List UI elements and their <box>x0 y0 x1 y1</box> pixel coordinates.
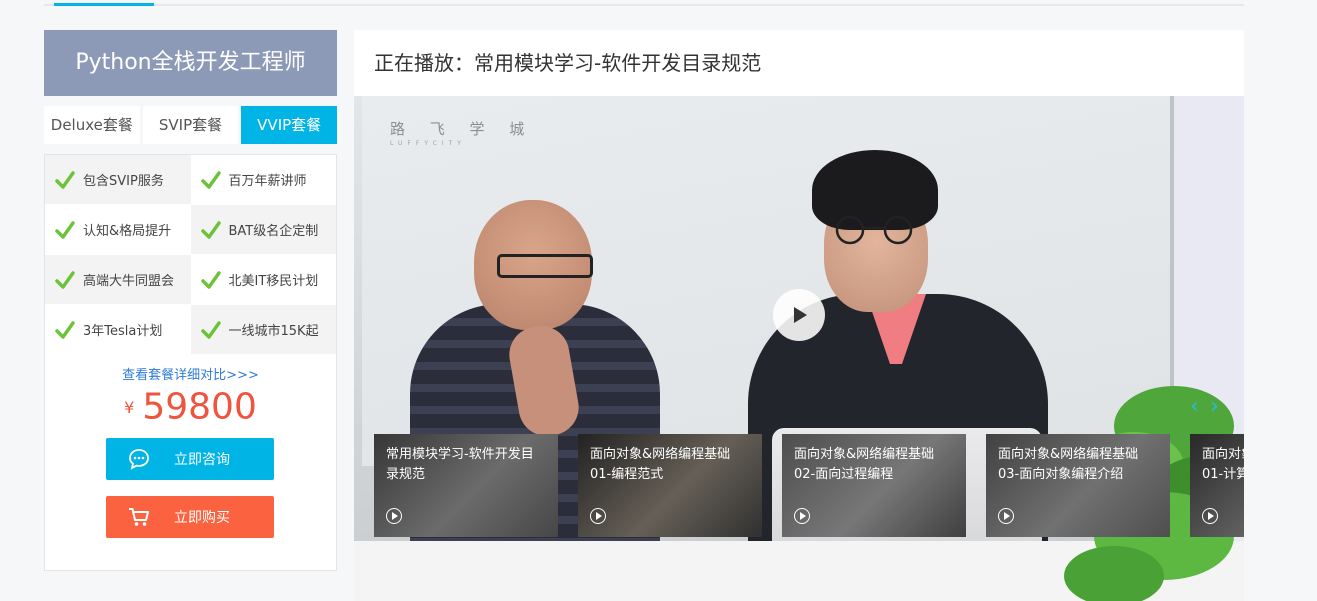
package-tabs: Deluxe套餐 SVIP套餐 VVIP套餐 <box>44 106 338 144</box>
feature-item: 百万年薪讲师 <box>190 155 336 205</box>
check-icon <box>55 270 75 289</box>
episode-title: 面向对象&网络编程基础01-编程范式 <box>590 447 731 482</box>
play-circle-icon <box>590 508 606 524</box>
consult-button[interactable]: 立即咨询 <box>106 438 274 480</box>
episode-title: 常用模块学习-软件开发目录规范 <box>386 447 534 482</box>
presenter-left-glasses <box>497 254 593 278</box>
episode-thumbnail[interactable]: 面向对象&网络编程基础01-编程范式 <box>578 434 762 537</box>
feature-label: 高端大牛同盟会 <box>83 274 175 289</box>
course-package-panel: Python全栈开发工程师 Deluxe套餐 SVIP套餐 VVIP套餐 包含S… <box>44 30 338 571</box>
episode-thumbnail[interactable]: 面向对象&网络编程基础01-计算机 <box>1190 434 1244 537</box>
feature-label: 3年Tesla计划 <box>83 324 163 339</box>
video-watermark-sub: LUFFYCITY <box>390 140 466 147</box>
feature-item: 3年Tesla计划 <box>45 305 191 355</box>
price-value: 59800 <box>142 386 257 428</box>
presenter-right-glasses <box>835 215 913 245</box>
check-icon <box>55 320 75 339</box>
episode-title: 面向对象&网络编程基础02-面向过程编程 <box>794 447 935 482</box>
episode-title: 面向对象&网络编程基础03-面向对象编程介绍 <box>998 447 1139 482</box>
buy-button-label: 立即购买 <box>174 510 230 526</box>
consult-button-label: 立即咨询 <box>174 452 230 468</box>
top-tab-active-indicator[interactable] <box>54 0 154 6</box>
package-tab-deluxe[interactable]: Deluxe套餐 <box>44 106 140 144</box>
check-icon <box>55 170 75 189</box>
episode-thumbnail[interactable]: 面向对象&网络编程基础03-面向对象编程介绍 <box>986 434 1170 537</box>
feature-label: 北美IT移民计划 <box>228 274 319 289</box>
play-circle-icon <box>1202 508 1218 524</box>
feature-item: 认知&格局提升 <box>45 205 191 255</box>
play-circle-icon <box>386 508 402 524</box>
play-circle-icon <box>998 508 1014 524</box>
feature-item: 高端大牛同盟会 <box>45 255 191 305</box>
feature-label: 一线城市15K起 <box>228 324 319 339</box>
episode-carousel: 常用模块学习-软件开发目录规范 面向对象&网络编程基础01-编程范式 面向对象&… <box>374 434 1244 537</box>
feature-item: 北美IT移民计划 <box>190 255 336 305</box>
package-tab-vvip[interactable]: VVIP套餐 <box>241 106 338 144</box>
buy-button[interactable]: 立即购买 <box>106 496 274 538</box>
check-icon <box>200 220 221 239</box>
chevron-right-icon[interactable]: › <box>1210 396 1224 418</box>
check-icon <box>55 220 75 239</box>
chat-icon <box>129 449 149 470</box>
check-icon <box>200 170 221 189</box>
video-player-panel: 正在播放：常用模块学习-软件开发目录规范 路 飞 学 城 LUFFYCITY ‹… <box>354 30 1244 601</box>
play-icon <box>794 307 807 323</box>
feature-label: 包含SVIP服务 <box>83 174 164 189</box>
top-tab-bar <box>44 0 1244 6</box>
check-icon <box>200 270 221 289</box>
package-detail-card: 包含SVIP服务 百万年薪讲师 认知&格局提升 BAT级名企定制 高端大牛同盟会… <box>44 154 337 571</box>
course-title: Python全栈开发工程师 <box>44 30 337 96</box>
play-circle-icon <box>794 508 810 524</box>
chevron-left-icon[interactable]: ‹ <box>1190 396 1204 418</box>
now-playing-title: 正在播放：常用模块学习-软件开发目录规范 <box>374 51 762 75</box>
video-area[interactable]: 路 飞 学 城 LUFFYCITY ‹ › 常用模块学习-软件开发目录规范 面向… <box>354 96 1244 601</box>
feature-item: 一线城市15K起 <box>190 305 336 355</box>
currency-symbol: ¥ <box>124 397 135 417</box>
feature-item: 包含SVIP服务 <box>45 155 191 205</box>
feature-item: BAT级名企定制 <box>190 205 336 255</box>
price: ¥59800 <box>45 385 336 429</box>
episode-title: 面向对象&网络编程基础01-计算机 <box>1202 447 1244 482</box>
feature-label: 认知&格局提升 <box>83 224 172 239</box>
play-button[interactable] <box>773 289 825 341</box>
feature-list: 包含SVIP服务 百万年薪讲师 认知&格局提升 BAT级名企定制 高端大牛同盟会… <box>45 155 336 355</box>
package-compare-link[interactable]: 查看套餐详细对比>>> <box>45 364 336 383</box>
package-tab-svip[interactable]: SVIP套餐 <box>142 106 239 144</box>
feature-label: BAT级名企定制 <box>228 224 319 239</box>
check-icon <box>200 320 221 339</box>
video-watermark: 路 飞 学 城 <box>390 120 535 138</box>
episode-thumbnail[interactable]: 常用模块学习-软件开发目录规范 <box>374 434 558 537</box>
episode-thumbnail[interactable]: 面向对象&网络编程基础02-面向过程编程 <box>782 434 966 537</box>
feature-label: 百万年薪讲师 <box>228 174 307 189</box>
cart-icon <box>129 508 149 526</box>
